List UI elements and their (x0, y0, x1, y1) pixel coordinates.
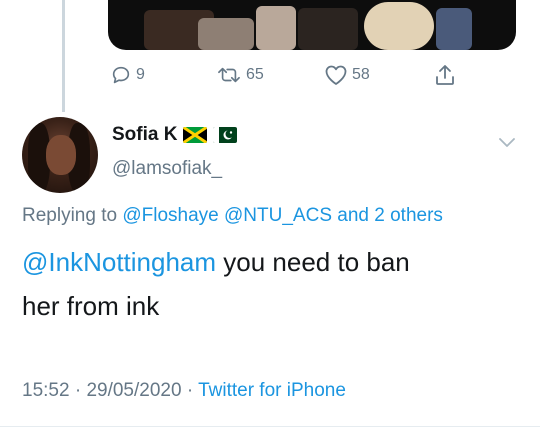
replying-others-link[interactable]: and 2 others (337, 205, 443, 226)
tweet-text-line-2: her from ink (22, 291, 160, 321)
divider (0, 426, 540, 427)
tweet-text: @InkNottingham you need to ban her from … (22, 240, 522, 328)
reply-button[interactable]: 9 (110, 60, 145, 90)
tweet-mention-inknottingham[interactable]: @InkNottingham (22, 247, 216, 277)
heart-icon (325, 65, 347, 85)
retweet-button[interactable]: 65 (216, 60, 264, 90)
avatar[interactable] (22, 117, 98, 193)
tweet-meta: 15:52 · 29/05/2020 · Twitter for iPhone (22, 380, 346, 402)
tweet-actions-bar: 9 65 58 (108, 60, 468, 90)
replying-mention-floshaye[interactable]: @Floshaye (122, 205, 218, 226)
share-icon (436, 65, 454, 85)
reply-count: 9 (136, 66, 145, 83)
like-button[interactable]: 58 (324, 60, 370, 90)
replying-prefix: Replying to (22, 205, 118, 226)
display-name[interactable]: Sofia K (112, 124, 177, 146)
meta-separator: · (74, 380, 82, 401)
retweet-count: 65 (246, 66, 264, 83)
tweet-date[interactable]: 29/05/2020 (86, 380, 181, 401)
user-handle[interactable]: @lamsofiak_ (112, 158, 222, 180)
replying-to-line: Replying to @Floshaye @NTU_ACS and 2 oth… (22, 205, 443, 227)
replying-mention-ntu-acs[interactable]: @NTU_ACS (224, 205, 332, 226)
tweet-source-link[interactable]: Twitter for iPhone (198, 380, 346, 401)
like-count: 58 (352, 66, 370, 83)
pakistan-flag-icon (213, 127, 238, 143)
thread-connector-line (62, 0, 65, 112)
meta-separator: · (186, 380, 194, 401)
chevron-down-icon[interactable] (496, 134, 518, 150)
tweet-time[interactable]: 15:52 (22, 380, 70, 401)
tweet-text-line-1: @InkNottingham you need to ban (22, 240, 522, 284)
quoted-media-image[interactable] (108, 0, 516, 50)
author-name-row: Sofia K (112, 124, 238, 146)
share-button[interactable] (434, 60, 456, 90)
reply-icon (112, 66, 130, 84)
retweet-icon (218, 67, 240, 83)
jamaica-flag-icon (183, 127, 208, 143)
tweet-text-line-1-rest: you need to ban (216, 247, 410, 277)
